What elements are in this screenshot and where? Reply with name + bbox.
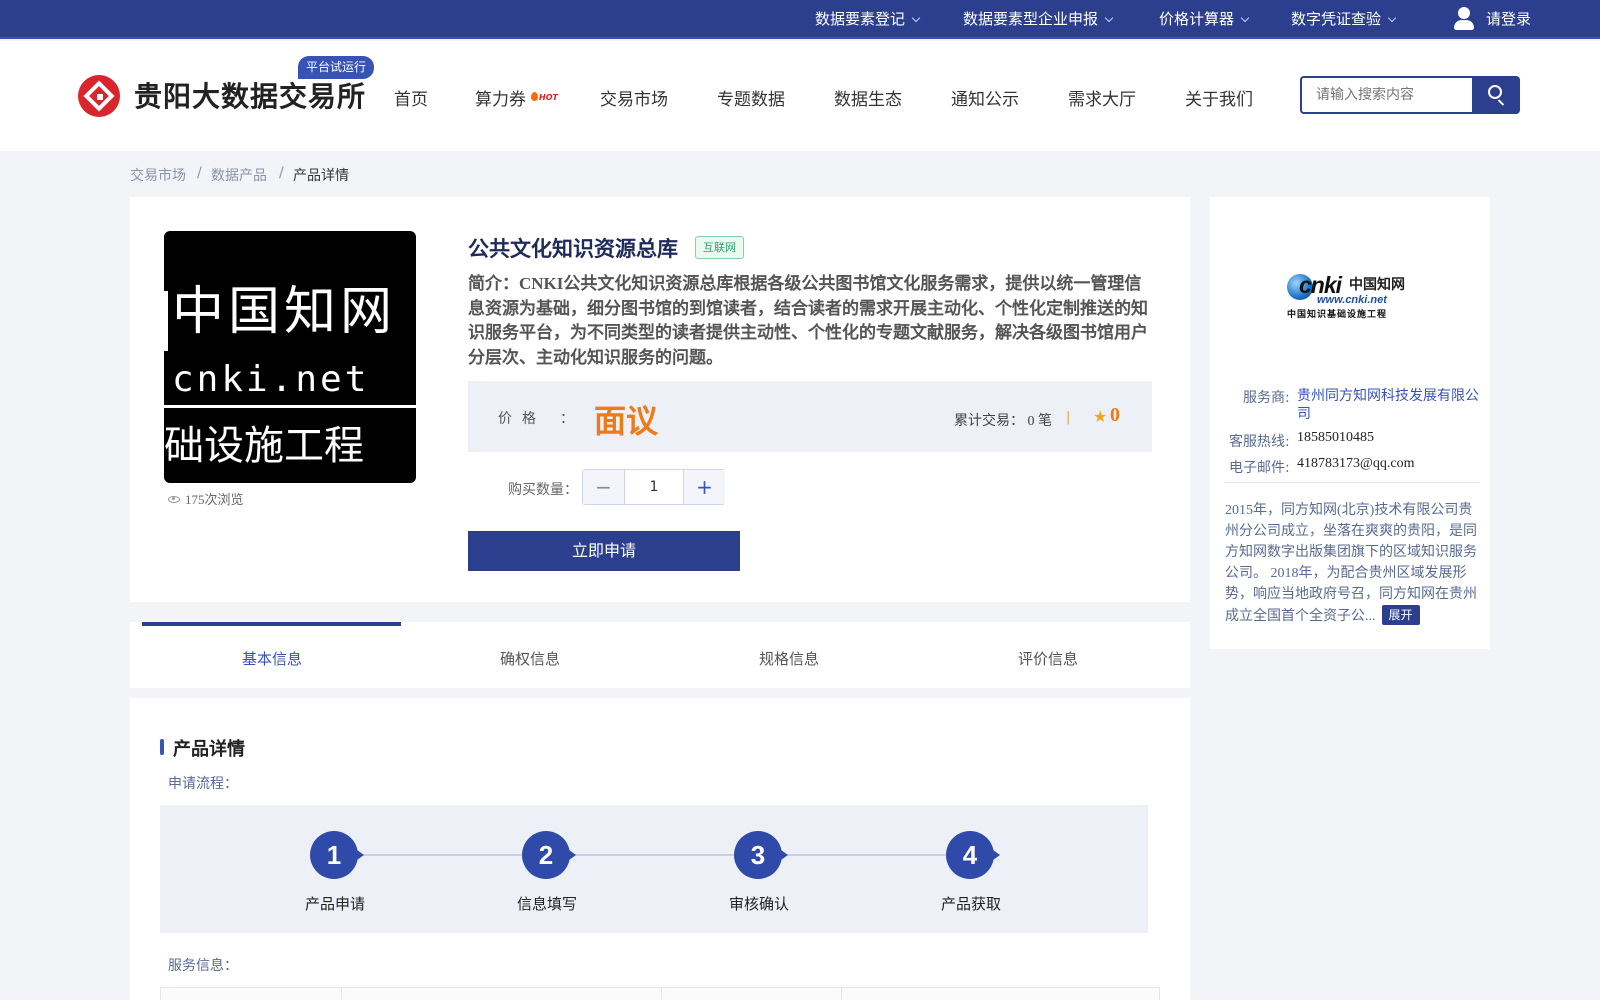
step-label: 产品获取 <box>940 895 1001 913</box>
service-provider-name[interactable]: 贵州同方知网科技发展有限公司 <box>1297 387 1481 423</box>
price-label: 价格 <box>498 411 546 427</box>
deal-count: 累计交易： 0 笔 <box>954 414 1052 429</box>
rating-score: 0 <box>1110 404 1120 426</box>
chevron-down-icon <box>911 13 921 23</box>
hot-badge-label: HOT <box>539 93 558 102</box>
section-marker <box>160 739 164 755</box>
price-value: 面议 <box>594 402 659 440</box>
increment-button[interactable]: + <box>683 470 725 504</box>
login-link[interactable]: 请登录 <box>1486 0 1531 39</box>
step-label: 审核确认 <box>728 895 789 913</box>
product-image-text: 中国知网 <box>172 282 397 342</box>
hot-badge: HOT <box>531 92 558 102</box>
trial-badge: 平台试运行 <box>298 56 375 79</box>
quantity-value[interactable]: 1 <box>625 470 683 504</box>
star-icon: ★ <box>1093 407 1108 426</box>
provider-description-text: 2015年，同方知网(北京)技术有限公司贵州分公司成立，坐落在爽爽的贵阳，是同方… <box>1225 503 1477 624</box>
chevron-down-icon <box>1240 13 1250 23</box>
email-label: 电子邮件: <box>1229 460 1290 476</box>
divider <box>1224 482 1480 483</box>
search-icon <box>1488 85 1502 99</box>
nav-about[interactable]: 关于我们 <box>1185 85 1253 110</box>
topbar-price-calculator[interactable]: 价格计算器 <box>1159 0 1250 39</box>
flow-connector <box>570 854 736 856</box>
flow-connector <box>782 854 948 856</box>
flow-label: 申请流程： <box>168 776 238 792</box>
breadcrumb-market[interactable]: 交易市场 <box>130 165 186 185</box>
topbar-item-label: 数据要素型企业申报 <box>963 10 1099 28</box>
hotline-label: 客服热线: <box>1229 434 1290 450</box>
step-label: 信息填写 <box>516 895 577 913</box>
service-info-label: 服务信息： <box>168 958 238 974</box>
nav-ecosystem[interactable]: 数据生态 <box>834 85 902 110</box>
eye-icon <box>168 496 180 503</box>
expand-button[interactable]: 展开 <box>1381 605 1420 625</box>
flow-connector <box>358 854 524 856</box>
step-label: 产品申请 <box>304 895 365 913</box>
view-count-text: 175次浏览 <box>185 492 244 507</box>
provider-logo-cn: 中国知网 <box>1349 277 1405 293</box>
view-count: 175次浏览 <box>168 489 244 508</box>
nav-demand-hall[interactable]: 需求大厅 <box>1068 85 1136 110</box>
site-logo-icon[interactable] <box>78 75 120 117</box>
product-image: 中国知网 cnki.net 础设施工程 <box>164 231 416 483</box>
chevron-down-icon <box>1387 13 1397 23</box>
tab-review-info[interactable]: 评价信息 <box>1018 648 1078 669</box>
breadcrumb-separator: / <box>279 165 284 181</box>
product-intro: 简介：CNKI公共文化知识资源总库根据各级公共图书馆文化服务需求，提供以统一管理… <box>468 274 1148 367</box>
site-title[interactable]: 贵阳大数据交易所 <box>134 75 366 115</box>
breadcrumb-data-products[interactable]: 数据产品 <box>211 165 267 185</box>
provider-description: 2015年，同方知网(北京)技术有限公司贵州分公司成立，坐落在爽爽的贵阳，是同方… <box>1225 500 1477 627</box>
deal-separator: | <box>1066 410 1071 425</box>
topbar-item-label: 数字凭证查验 <box>1291 10 1382 28</box>
topbar-certificate-check[interactable]: 数字凭证查验 <box>1291 0 1397 39</box>
apply-button[interactable]: 立即申请 <box>468 531 740 571</box>
chevron-down-icon <box>1104 13 1114 23</box>
category-tag: 互联网 <box>695 236 744 259</box>
step-number: 4 <box>946 831 1000 879</box>
topbar-data-registration[interactable]: 数据要素登记 <box>815 0 921 39</box>
tab-basic-info[interactable]: 基本信息 <box>242 648 302 669</box>
product-title: 公共文化知识资源总库 <box>468 237 678 261</box>
price-label-colon: ： <box>560 411 574 427</box>
flame-icon <box>531 92 538 101</box>
tab-spec-info[interactable]: 规格信息 <box>759 648 819 669</box>
nav-home[interactable]: 首页 <box>394 85 428 110</box>
provider-logo-url: www.cnki.net <box>1317 294 1387 306</box>
step-number: 1 <box>310 831 364 879</box>
step-number: 2 <box>522 831 576 879</box>
tab-rights-info[interactable]: 确权信息 <box>500 648 560 669</box>
section-title: 产品详情 <box>173 739 245 760</box>
search-box <box>1300 76 1472 114</box>
topbar-item-label: 数据要素登记 <box>815 10 906 28</box>
nav-compute-voucher[interactable]: 算力券 <box>475 85 526 110</box>
top-utility-bar: 数据要素登记 数据要素型企业申报 价格计算器 数字凭证查验 请登录 <box>0 0 1600 39</box>
provider-logo-sub: 中国知识基础设施工程 <box>1287 310 1388 320</box>
step-number: 3 <box>734 831 788 879</box>
search-button[interactable] <box>1472 76 1520 114</box>
active-tab-indicator <box>142 622 401 626</box>
topbar-enterprise-declaration[interactable]: 数据要素型企业申报 <box>963 0 1114 39</box>
nav-market[interactable]: 交易市场 <box>600 85 668 110</box>
product-image-text: cnki.net <box>172 359 370 400</box>
provider-logo: cnki 中国知网 www.cnki.net 中国知识基础设施工程 <box>1285 270 1415 320</box>
decrement-button[interactable]: − <box>583 470 625 504</box>
email-value: 418783173@qq.com <box>1297 456 1415 471</box>
service-provider-label: 服务商: <box>1243 390 1290 406</box>
quantity-stepper: − 1 + <box>582 469 725 505</box>
product-image-text: 础设施工程 <box>164 423 364 469</box>
user-icon[interactable] <box>1452 6 1476 32</box>
quantity-label: 购买数量： <box>508 482 578 498</box>
breadcrumb-current: 产品详情 <box>293 168 349 184</box>
nav-notices[interactable]: 通知公示 <box>951 85 1019 110</box>
service-info-table <box>160 987 1160 1000</box>
search-input[interactable] <box>1302 78 1472 112</box>
hotline-value: 18585010485 <box>1297 430 1374 445</box>
topbar-item-label: 价格计算器 <box>1159 10 1235 28</box>
nav-topic-data[interactable]: 专题数据 <box>717 85 785 110</box>
breadcrumb-separator: / <box>197 165 202 181</box>
